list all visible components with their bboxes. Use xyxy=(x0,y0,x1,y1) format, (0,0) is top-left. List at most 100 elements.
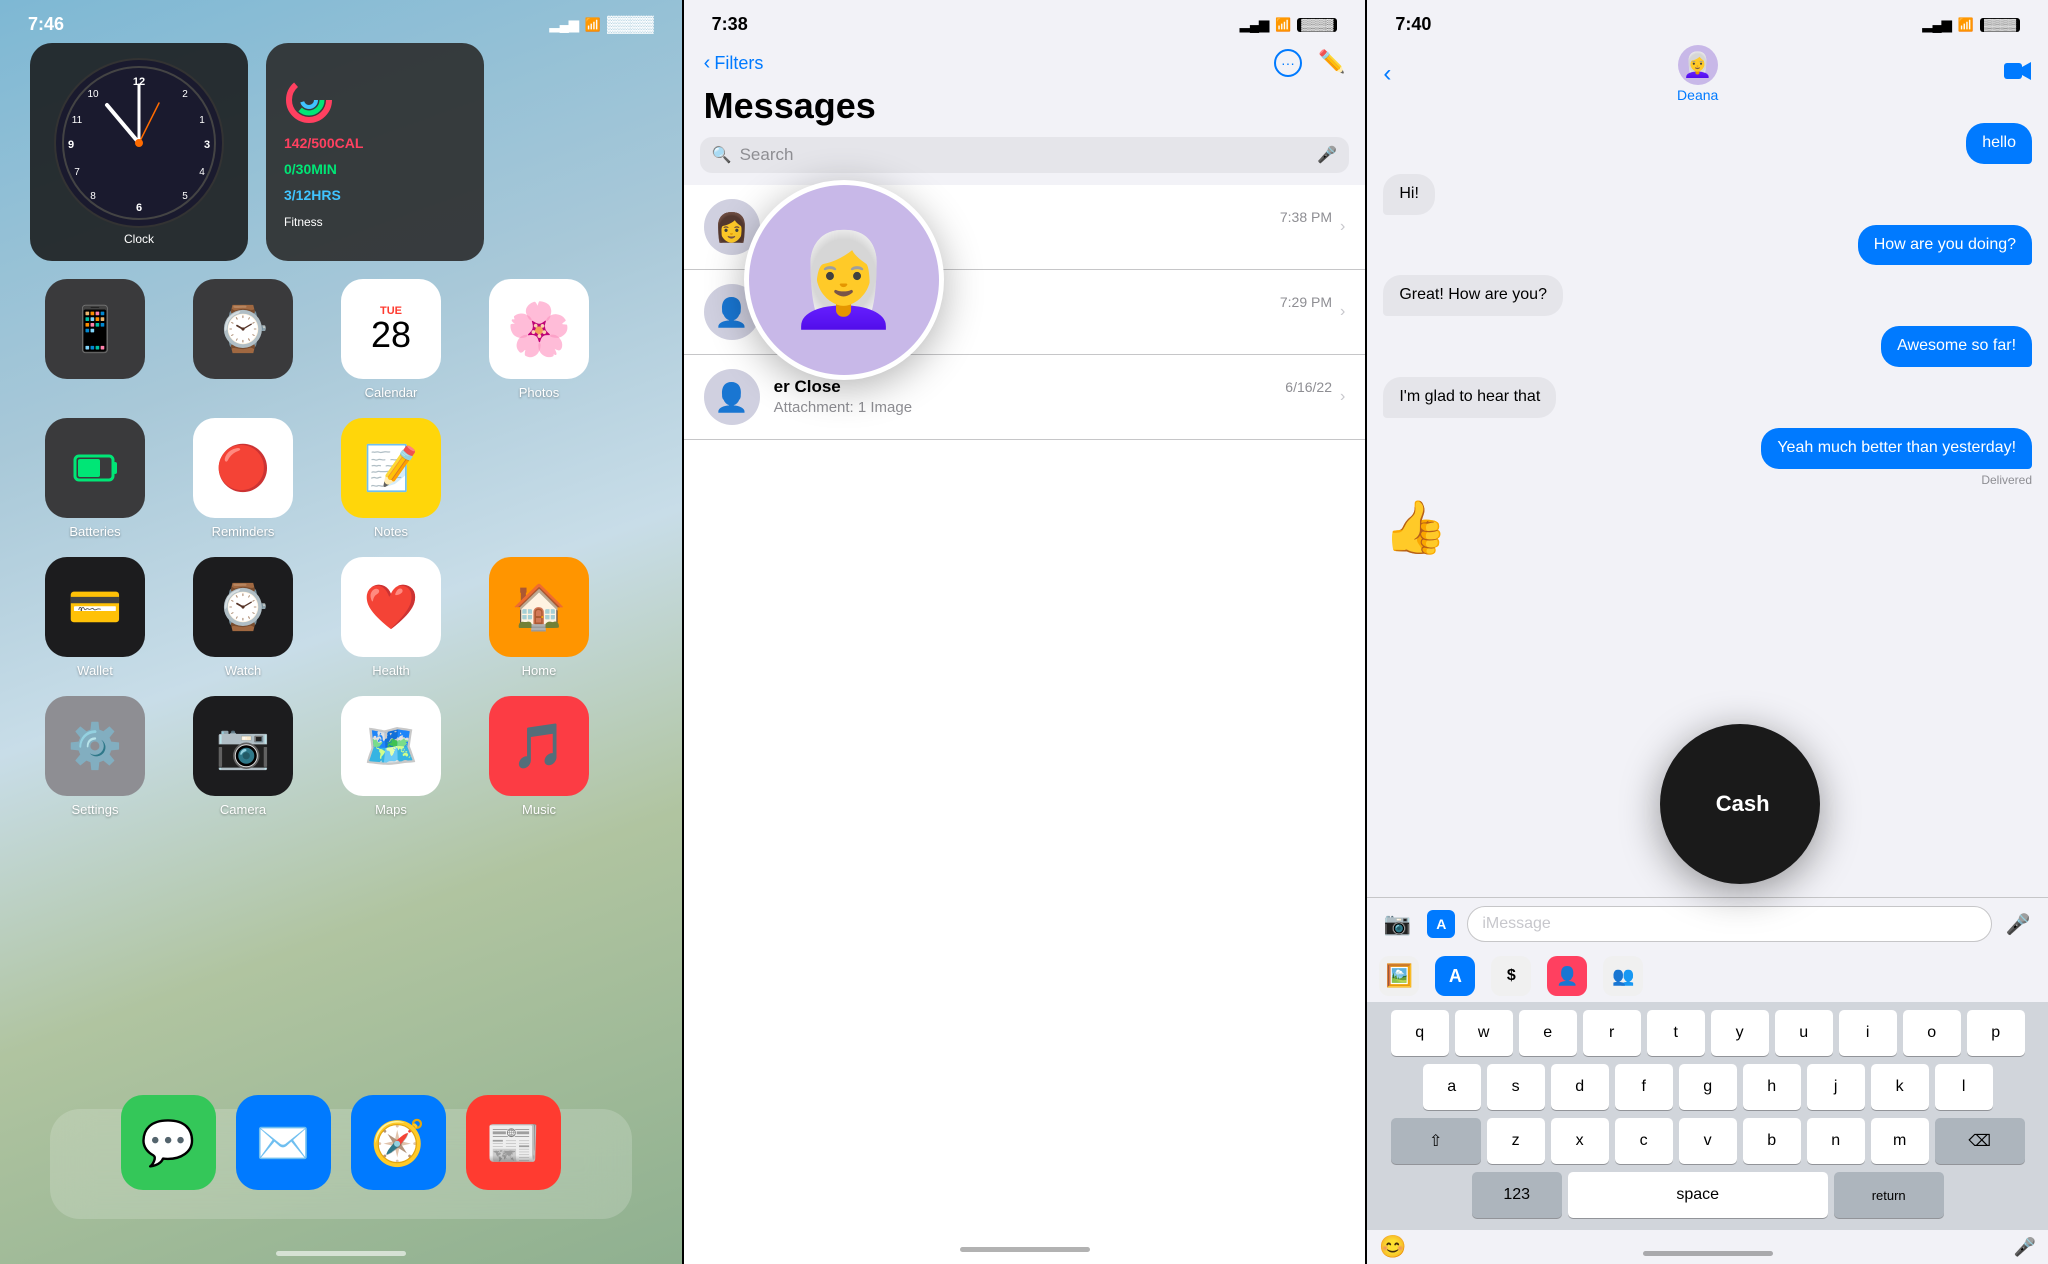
mic-input-btn[interactable]: 🎤 xyxy=(2000,906,2036,942)
app-icon-watch-sm[interactable]: ⌚ xyxy=(178,279,308,400)
camera-input-btn[interactable]: 📷 xyxy=(1379,906,1415,942)
app-icon-home[interactable]: 🏠 Home xyxy=(474,557,604,678)
key-o[interactable]: o xyxy=(1903,1010,1961,1056)
contact-info[interactable]: 👩‍🦳 Deana xyxy=(1677,45,1718,103)
msg-time-0: 7:38 PM xyxy=(1280,209,1332,225)
app-icon-img-music: 🎵 xyxy=(489,696,589,796)
app-icon-wallet[interactable]: 💳 Wallet xyxy=(30,557,160,678)
contact-name: Deana xyxy=(1677,87,1718,103)
key-p[interactable]: p xyxy=(1967,1010,2025,1056)
key-f[interactable]: f xyxy=(1615,1064,1673,1110)
camera-input-icon: 📷 xyxy=(1384,911,1411,937)
fitness-widget[interactable]: 142/500CAL 0/30MIN 3/12HRS Fitness xyxy=(266,43,484,261)
key-r[interactable]: r xyxy=(1583,1010,1641,1056)
keyboard-row-3: ⇧ z x c v b n m ⌫ xyxy=(1371,1118,2044,1164)
key-q[interactable]: q xyxy=(1391,1010,1449,1056)
app-label-reminders: Reminders xyxy=(212,524,275,539)
app-icon-camera[interactable]: 📷 Camera xyxy=(178,696,308,817)
apps-bar-appstore[interactable]: A xyxy=(1435,956,1475,996)
dock-messages-icon: 💬 xyxy=(141,1117,196,1169)
back-button[interactable]: ‹ xyxy=(1383,60,1391,88)
key-y[interactable]: y xyxy=(1711,1010,1769,1056)
app-icon-health[interactable]: ❤️ Health xyxy=(326,557,456,678)
key-g[interactable]: g xyxy=(1679,1064,1737,1110)
app-icon-iphone[interactable]: 📱 xyxy=(30,279,160,400)
apps-bar-cash[interactable]: $ xyxy=(1491,956,1531,996)
app-icon-maps[interactable]: 🗺️ Maps xyxy=(326,696,456,817)
keyboard-row-4: 123 space return xyxy=(1371,1172,2044,1218)
app-label-watch: Watch xyxy=(225,663,261,678)
apps-bar: 🖼️ A $ 👤 👥 xyxy=(1367,950,2048,1002)
app-icon-batteries[interactable]: Batteries xyxy=(30,418,160,539)
search-bar[interactable]: 🔍 Search 🎤 xyxy=(700,137,1350,173)
key-n[interactable]: n xyxy=(1807,1118,1865,1164)
filters-label: Filters xyxy=(714,53,763,74)
app-icon-img-batteries xyxy=(45,418,145,518)
time-phone1: 7:46 xyxy=(28,14,64,35)
dock-messages[interactable]: 💬 xyxy=(121,1095,216,1190)
key-s[interactable]: s xyxy=(1487,1064,1545,1110)
app-icon-settings[interactable]: ⚙️ Settings xyxy=(30,696,160,817)
key-return[interactable]: return xyxy=(1834,1172,1944,1218)
msg-content-2: er Close 6/16/22 Attachment: 1 Image xyxy=(774,377,1332,417)
mic-bar-button[interactable]: 🎤 xyxy=(2014,1237,2036,1258)
key-d[interactable]: d xyxy=(1551,1064,1609,1110)
key-t[interactable]: t xyxy=(1647,1010,1705,1056)
apps-bar-more[interactable]: 👥 xyxy=(1603,956,1643,996)
message-input[interactable]: iMessage xyxy=(1467,906,1992,942)
dock-mail[interactable]: ✉️ xyxy=(236,1095,331,1190)
svg-text:3: 3 xyxy=(204,139,210,151)
dock-news[interactable]: 📰 xyxy=(466,1095,561,1190)
compose-icon[interactable]: ✏️ xyxy=(1318,49,1345,77)
apps-bar-photos[interactable]: 🖼️ xyxy=(1379,956,1419,996)
key-z[interactable]: z xyxy=(1487,1118,1545,1164)
app-icon-photos[interactable]: 🌸 Photos xyxy=(474,279,604,400)
status-icons-p2: ▂▄▆ 📶 ▓▓▓▓ xyxy=(1240,17,1337,33)
key-j[interactable]: j xyxy=(1807,1064,1865,1110)
app-icon-img-watch: ⌚ xyxy=(193,557,293,657)
app-icon-reminders[interactable]: 🔴 Reminders xyxy=(178,418,308,539)
app-icon-watch[interactable]: ⌚ Watch xyxy=(178,557,308,678)
key-v[interactable]: v xyxy=(1679,1118,1737,1164)
filters-button[interactable]: ‹ Filters xyxy=(704,52,764,75)
key-w[interactable]: w xyxy=(1455,1010,1513,1056)
contact-avatar: 👩‍🦳 xyxy=(1678,45,1718,85)
key-x[interactable]: x xyxy=(1551,1118,1609,1164)
apple-cash-popup[interactable]: Cash xyxy=(1660,724,1820,884)
key-shift[interactable]: ⇧ xyxy=(1391,1118,1481,1164)
dock: 💬 ✉️ 🧭 📰 xyxy=(0,1081,682,1204)
key-e[interactable]: e xyxy=(1519,1010,1577,1056)
key-h[interactable]: h xyxy=(1743,1064,1801,1110)
message-item-2[interactable]: 👤 er Close 6/16/22 Attachment: 1 Image › xyxy=(684,355,1366,440)
key-b[interactable]: b xyxy=(1743,1118,1801,1164)
more-icon[interactable]: ··· xyxy=(1274,49,1302,77)
key-m[interactable]: m xyxy=(1871,1118,1929,1164)
key-space[interactable]: space xyxy=(1568,1172,1828,1218)
key-k[interactable]: k xyxy=(1871,1064,1929,1110)
key-delete[interactable]: ⌫ xyxy=(1935,1118,2025,1164)
input-placeholder: iMessage xyxy=(1482,915,1550,933)
key-a[interactable]: a xyxy=(1423,1064,1481,1110)
key-c[interactable]: c xyxy=(1615,1118,1673,1164)
app-label-batteries: Batteries xyxy=(69,524,120,539)
emoji-button[interactable]: 😊 xyxy=(1379,1234,1406,1260)
app-icon-img-camera: 📷 xyxy=(193,696,293,796)
phone3-chat: 7:40 ▂▄▆ 📶 ▓▓▓▓ ‹ 👩‍🦳 Deana hello Hi! Ho… xyxy=(1367,0,2048,1264)
key-l[interactable]: l xyxy=(1935,1064,1993,1110)
app-icon-music[interactable]: 🎵 Music xyxy=(474,696,604,817)
apps-bar-avatar[interactable]: 👤 xyxy=(1547,956,1587,996)
key-u[interactable]: u xyxy=(1775,1010,1833,1056)
time-phone3: 7:40 xyxy=(1395,14,1431,35)
key-123[interactable]: 123 xyxy=(1472,1172,1562,1218)
video-call-button[interactable] xyxy=(2004,61,2032,87)
app-icon-calendar[interactable]: TUE 28 Calendar xyxy=(326,279,456,400)
app-icon-notes[interactable]: 📝 Notes xyxy=(326,418,456,539)
clock-widget[interactable]: 12 6 3 9 2 1 4 5 10 11 7 8 xyxy=(30,43,248,261)
appstore-input-btn[interactable]: A xyxy=(1423,906,1459,942)
key-i[interactable]: i xyxy=(1839,1010,1897,1056)
mic-icon-search: 🎤 xyxy=(1317,145,1337,165)
messages-nav: ‹ Filters ··· ✏️ xyxy=(684,41,1366,81)
search-placeholder: Search xyxy=(740,145,794,165)
msg-preview-2: Attachment: 1 Image xyxy=(774,399,912,416)
dock-safari[interactable]: 🧭 xyxy=(351,1095,446,1190)
